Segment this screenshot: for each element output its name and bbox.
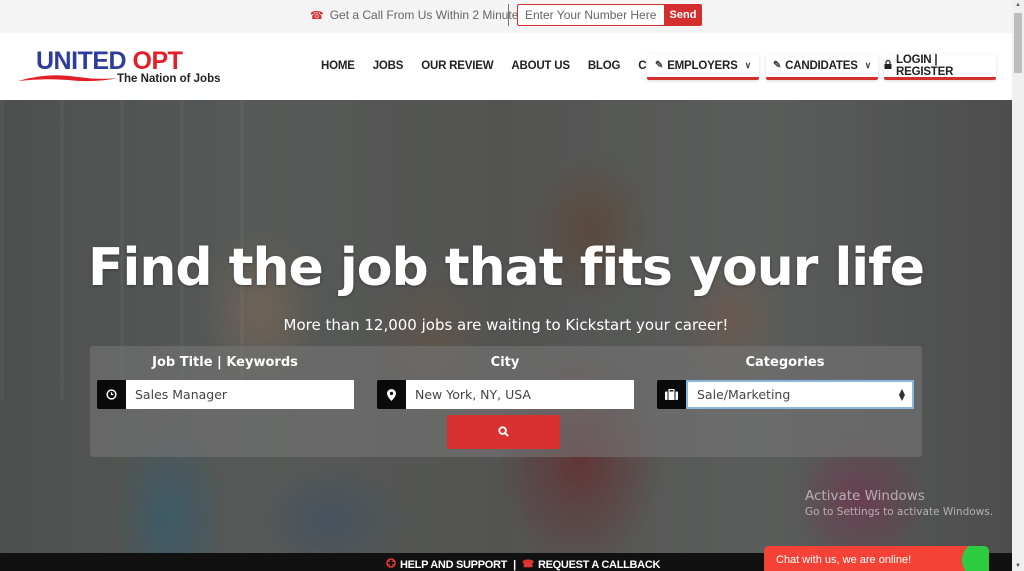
windows-activation-watermark: Activate Windows Go to Settings to activ… [805, 488, 993, 518]
categories-label: Categories [745, 355, 825, 370]
lock-icon [884, 59, 892, 72]
live-chat-widget[interactable]: Chat with us, we are online! [764, 546, 989, 571]
page-scrollbar[interactable]: ▲ ▼ [1012, 0, 1024, 571]
watermark-line2: Go to Settings to activate Windows. [805, 506, 994, 518]
login-register-button[interactable]: LOGIN | REGISTER [884, 54, 996, 80]
keyword-input[interactable]: Sales Manager [126, 380, 354, 409]
chevron-down-icon: ∨ [744, 60, 752, 70]
search-button[interactable] [447, 415, 560, 449]
hero-subtitle: More than 12,000 jobs are waiting to Kic… [283, 316, 729, 334]
logo-text: UNITED OPT [36, 47, 183, 76]
employers-label: EMPLOYERS [667, 59, 738, 72]
login-register-label: LOGIN | REGISTER [896, 53, 954, 78]
briefcase-icon [657, 380, 686, 409]
nav-jobs[interactable]: JOBS [373, 60, 404, 72]
divider [508, 4, 509, 26]
logo[interactable]: UNITED OPT The Nation of Jobs [18, 47, 238, 91]
keyword-field: Sales Manager [97, 380, 354, 409]
send-button[interactable]: Send [664, 4, 702, 26]
top-call-bar: ☎ Get a Call From Us Within 2 Minutes Se… [0, 0, 1012, 33]
nav-home[interactable]: HOME [321, 60, 355, 72]
candidates-label: CANDIDATES [785, 59, 858, 72]
main-nav: HOME JOBS OUR REVIEW ABOUT US BLOG CONTA… [321, 60, 692, 72]
candidates-dropdown[interactable]: ✎ CANDIDATES ∨ [766, 54, 878, 80]
select-arrows-icon: ▲ ▼ [898, 386, 905, 402]
life-ring-icon [386, 558, 396, 571]
category-select-value: Sale/Marketing [697, 387, 791, 402]
chevron-down-icon: ∨ [864, 60, 872, 70]
nav-blog[interactable]: BLOG [588, 60, 621, 72]
city-field: New York, NY, USA [377, 380, 634, 409]
support-links: HELP AND SUPPORT | ☎ REQUEST A CALLBACK [386, 558, 660, 571]
edit-icon: ✎ [655, 60, 664, 71]
hero-title: Find the job that fits your life [87, 238, 925, 298]
nav-our-review[interactable]: OUR REVIEW [421, 60, 493, 72]
watermark-line1: Activate Windows [805, 488, 925, 504]
call-prompt: ☎ Get a Call From Us Within 2 Minutes [310, 8, 524, 22]
scroll-up-icon[interactable]: ▲ [1015, 2, 1021, 8]
divider: | [513, 558, 516, 571]
employers-dropdown[interactable]: ✎ EMPLOYERS ∨ [647, 54, 759, 80]
edit-icon: ✎ [772, 60, 782, 71]
job-search-form: Job Title | Keywords City Categories Sal… [90, 346, 922, 457]
scrollbar-thumb[interactable] [1014, 13, 1022, 73]
chat-label: Chat with us, we are online! [776, 554, 912, 566]
keyword-label: Job Title | Keywords [152, 355, 298, 370]
category-select[interactable]: Sale/Marketing ▲ ▼ [686, 380, 914, 409]
logo-tagline: The Nation of Jobs [117, 73, 221, 85]
scroll-down-icon[interactable]: ▼ [1015, 563, 1021, 569]
city-input[interactable]: New York, NY, USA [406, 380, 634, 409]
clock-icon [97, 380, 126, 409]
search-icon [498, 425, 509, 440]
phone-icon: ☎ [310, 9, 324, 22]
map-marker-icon [377, 380, 406, 409]
logo-swoosh-icon [18, 75, 118, 82]
city-label: City [490, 355, 520, 370]
request-callback-link[interactable]: REQUEST A CALLBACK [538, 559, 660, 571]
hero-section: Find the job that fits your life More th… [0, 100, 1012, 553]
site-header: UNITED OPT The Nation of Jobs HOME JOBS … [0, 33, 1012, 100]
logo-word-united: UNITED [36, 47, 127, 75]
category-field: Sale/Marketing ▲ ▼ [657, 380, 914, 409]
nav-about-us[interactable]: ABOUT US [511, 60, 570, 72]
phone-icon: ☎ [521, 559, 534, 570]
call-prompt-text: Get a Call From Us Within 2 Minutes [329, 8, 525, 22]
phone-number-input[interactable] [517, 4, 664, 26]
online-status-icon [962, 546, 989, 571]
help-support-link[interactable]: HELP AND SUPPORT [400, 559, 507, 571]
logo-word-opt: OPT [132, 47, 183, 75]
